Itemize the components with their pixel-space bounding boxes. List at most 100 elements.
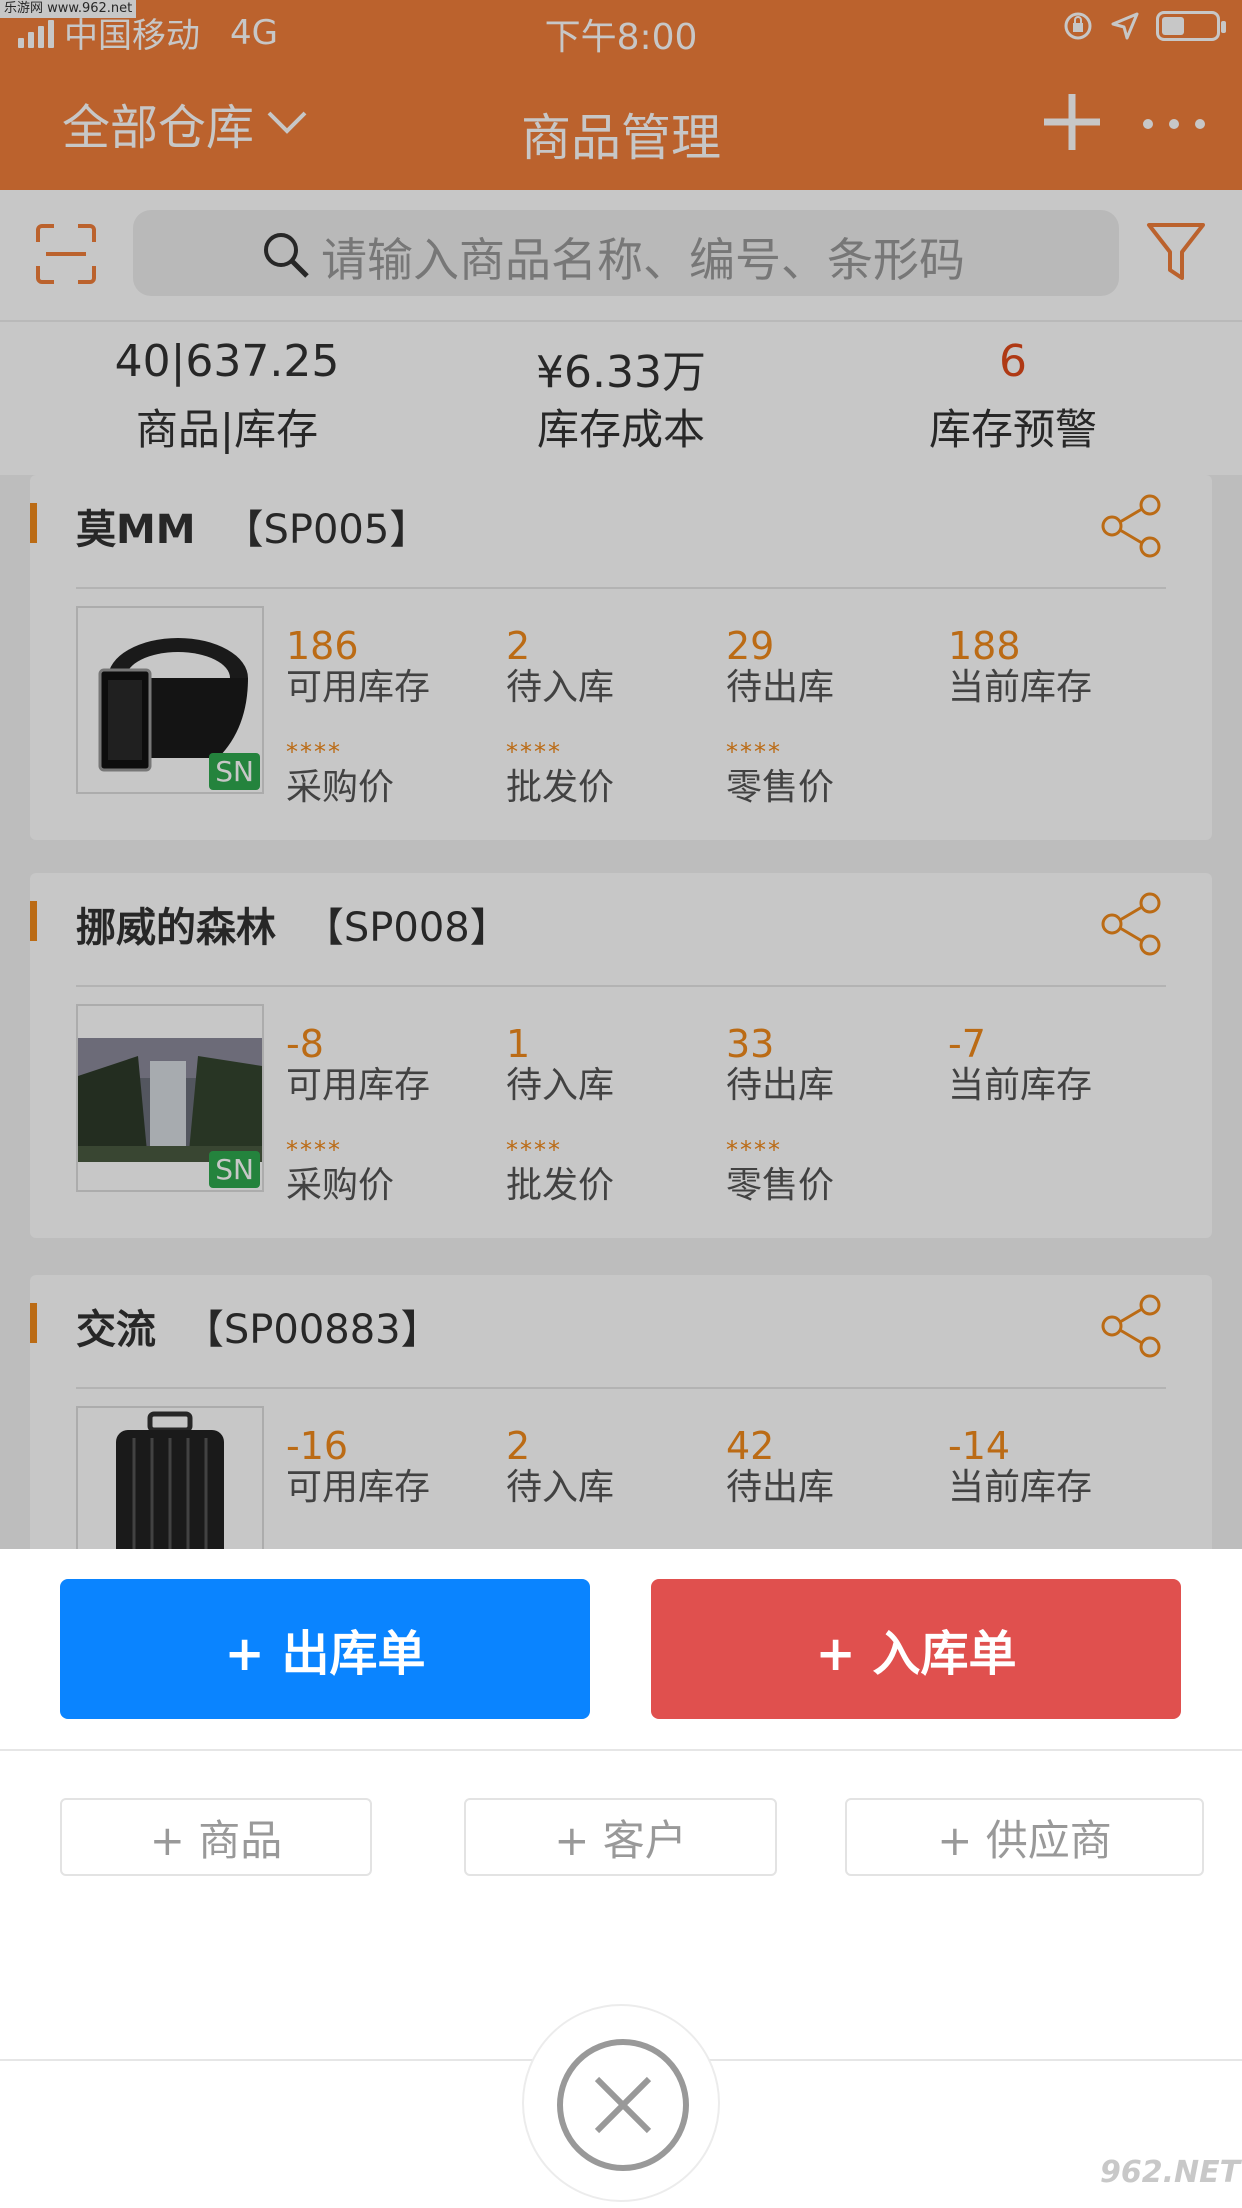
stat-outgoing: 33 待出库 [726,1023,926,1107]
share-icon[interactable] [1098,493,1164,559]
product-name: 莫MM [76,507,196,553]
product-code: 【SP00883】 [183,1307,441,1353]
product-title: 莫MM 【SP005】 [76,497,429,555]
card-divider [76,587,1166,589]
stat-value: 188 [948,624,1021,668]
stat-label: 待入库 [506,1065,615,1106]
filter-icon[interactable] [1146,220,1206,284]
close-icon [557,2039,689,2171]
price-wholesale: **** 批发价 [506,737,706,809]
search-placeholder: 请输入商品名称、编号、条形码 [321,233,965,287]
location-icon [1111,12,1139,40]
stat-outgoing: 29 待出库 [726,625,926,709]
price-masked: **** [506,738,562,766]
product-card[interactable]: 挪威的森林 【SP008】 SN -8 可用库存 1 待入库 33 待出库 -7 当前库… [30,873,1212,1238]
product-title: 挪威的森林 【SP008】 [76,895,510,953]
product-title: 交流 【SP00883】 [76,1297,441,1355]
stat-label: 当前库存 [948,667,1093,708]
status-time: 下午8:00 [544,17,698,58]
watermark-top: 乐游网 www.962.net [0,0,137,18]
price-retail: **** 零售价 [726,737,926,809]
nav-bar: 全部仓库 商品管理 [0,60,1242,190]
summary-value: 40|637.25 [114,336,340,387]
product-card[interactable]: 交流 【SP00883】 -16 可用库存 2 待入库 42 待出库 -14 当前库存 [30,1275,1212,1549]
card-divider [76,985,1166,987]
price-wholesale: **** 批发价 [506,1135,706,1207]
stat-outgoing: 42 待出库 [726,1425,926,1509]
card-divider [76,1387,1166,1389]
add-icon[interactable] [1042,92,1102,152]
product-image-waterfall[interactable]: SN [76,1004,264,1192]
stat-available: -8 可用库存 [286,1023,486,1107]
outbound-order-button[interactable]: + 出库单 [60,1579,590,1719]
product-image-belt[interactable]: SN [76,606,264,794]
stat-value: 186 [286,624,359,668]
more-icon[interactable] [1142,118,1206,130]
stat-label: 待出库 [726,667,835,708]
close-button[interactable] [522,2004,720,2202]
add-product-button[interactable]: + 商品 [60,1798,372,1876]
summary-goods-stock[interactable]: 40|637.25 商品|库存 [20,336,434,457]
price-label: 采购价 [286,1165,395,1206]
stat-current: -7 当前库存 [948,1023,1148,1107]
price-masked: **** [506,1136,562,1164]
price-masked: **** [726,1136,782,1164]
summary-label: 商品|库存 [135,405,319,454]
summary-label: 库存成本 [536,405,705,454]
stat-incoming: 2 待入库 [506,1425,706,1509]
stat-value: 29 [726,624,775,668]
card-accent-bar [30,503,37,543]
product-image-suitcase[interactable] [76,1406,264,1549]
product-code: 【SP005】 [223,507,430,553]
summary-value: 6 [999,336,1027,387]
stat-label: 可用库存 [286,1065,431,1106]
inventory-summary: 40|637.25 商品|库存 ¥6.33万 库存成本 6 库存预警 [0,320,1242,475]
search-row: 请输入商品名称、编号、条形码 [0,190,1242,320]
inbound-order-button[interactable]: + 入库单 [651,1579,1181,1719]
rotation-lock-icon [1064,12,1092,40]
stat-value: -7 [948,1022,986,1066]
sn-badge: SN [209,753,260,790]
price-label: 批发价 [506,1165,615,1206]
product-list: 莫MM 【SP005】 SN 186 可用库存 2 待入库 29 待出库 188 当前库… [0,475,1242,1549]
stat-value: -8 [286,1022,324,1066]
stat-label: 当前库存 [948,1467,1093,1508]
stat-available: 186 可用库存 [286,625,486,709]
suitcase-image [116,1411,224,1549]
stat-label: 当前库存 [948,1065,1093,1106]
share-icon[interactable] [1098,891,1164,957]
add-supplier-button[interactable]: + 供应商 [845,1798,1204,1876]
stat-label: 待出库 [726,1065,835,1106]
scan-icon[interactable] [34,222,98,286]
stat-label: 可用库存 [286,667,431,708]
stat-label: 待入库 [506,667,615,708]
page: 中国移动 4G 下午8:00 乐游网 www.962.net 全部仓库 商品管理… [0,0,1242,2208]
sn-badge: SN [209,1151,260,1188]
stat-current: 188 当前库存 [948,625,1148,709]
stat-value: -16 [286,1424,349,1468]
price-label: 零售价 [726,767,835,808]
watermark-bottom: 962.NET [1100,2155,1241,2190]
stat-value: 2 [506,1424,531,1468]
stat-label: 待出库 [726,1467,835,1508]
price-purchase: **** 采购价 [286,1135,486,1207]
stat-incoming: 1 待入库 [506,1023,706,1107]
sheet-divider [0,1749,1242,1751]
price-label: 采购价 [286,767,395,808]
summary-label: 库存预警 [928,405,1097,454]
add-customer-button[interactable]: + 客户 [464,1798,777,1876]
summary-stock-cost[interactable]: ¥6.33万 库存成本 [414,336,828,457]
action-sheet: + 出库单 + 入库单 + 商品 + 客户 + 供应商 962.NET [0,1549,1242,2208]
search-input[interactable]: 请输入商品名称、编号、条形码 [133,210,1119,296]
status-right [1062,10,1226,42]
card-accent-bar [30,901,37,941]
price-masked: **** [726,738,782,766]
price-label: 零售价 [726,1165,835,1206]
product-card[interactable]: 莫MM 【SP005】 SN 186 可用库存 2 待入库 29 待出库 188 当前库… [30,475,1212,840]
summary-stock-warning[interactable]: 6 库存预警 [806,336,1220,457]
summary-value: ¥6.33万 [536,347,706,398]
share-icon[interactable] [1098,1293,1164,1359]
product-code: 【SP008】 [303,905,510,951]
stat-incoming: 2 待入库 [506,625,706,709]
stat-value: 42 [726,1424,775,1468]
